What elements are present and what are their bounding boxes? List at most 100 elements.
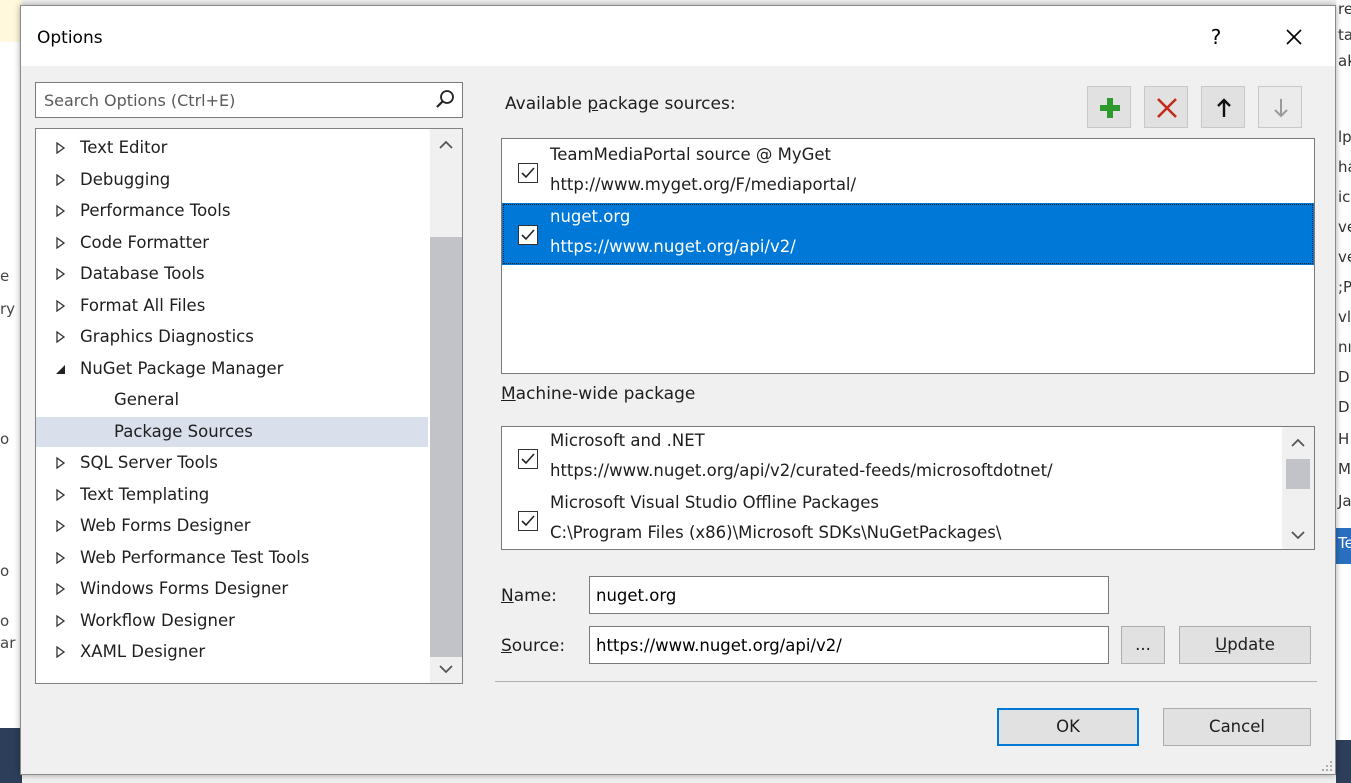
- options-tree[interactable]: Text Editor Debugging Performance Tools Cod…: [35, 128, 463, 684]
- move-down-button[interactable]: [1258, 86, 1302, 128]
- tree-item[interactable]: Performance Tools: [36, 196, 428, 226]
- tree-item-label: NuGet Package Manager: [80, 358, 284, 378]
- remove-icon: [1157, 98, 1177, 118]
- list-item-selected[interactable]: nuget.org https://www.nuget.org/api/v2/: [502, 203, 1314, 265]
- source-name: Microsoft Visual Studio Offline Packages: [550, 493, 880, 512]
- add-source-button[interactable]: [1087, 86, 1131, 128]
- bg-text-fragment: ic: [1338, 188, 1351, 206]
- tree-item-label: Text Editor: [80, 138, 168, 157]
- caret-right-icon[interactable]: [54, 511, 68, 541]
- bg-text-fragment: lp: [1338, 128, 1351, 146]
- label-text: pdate: [1227, 635, 1275, 654]
- search-box[interactable]: [35, 82, 463, 118]
- scroll-down-button[interactable]: [430, 657, 462, 681]
- resize-grip-icon[interactable]: [1319, 758, 1333, 772]
- bg-text-fragment: D: [1338, 368, 1350, 386]
- background-app-taskbar: [0, 728, 22, 783]
- tree-item-label: Format All Files: [80, 295, 206, 315]
- name-input[interactable]: [590, 577, 1108, 613]
- ok-button[interactable]: OK: [997, 708, 1139, 746]
- tree-scrollbar-thumb[interactable]: [430, 237, 462, 657]
- bg-text-fragment: nı: [1338, 338, 1351, 356]
- scroll-down-button[interactable]: [1282, 523, 1314, 547]
- source-name: Microsoft and .NET: [550, 431, 705, 450]
- package-sources-list[interactable]: TeamMediaPortal source @ MyGet http://ww…: [501, 138, 1315, 374]
- tree-item-label: Web Performance Test Tools: [80, 547, 310, 567]
- label-accesskey: S: [501, 636, 512, 656]
- source-checkbox[interactable]: [518, 449, 538, 469]
- background-app-left: e ry o o o ar: [0, 42, 22, 783]
- title-bar[interactable]: Options ?: [21, 6, 1335, 66]
- arrow-up-icon: [1217, 98, 1231, 117]
- close-button[interactable]: [1277, 20, 1311, 54]
- scroll-up-button[interactable]: [1282, 431, 1314, 455]
- bg-text-fragment: H: [1338, 430, 1350, 448]
- tree-item[interactable]: Debugging: [36, 165, 428, 195]
- source-checkbox[interactable]: [518, 511, 538, 531]
- caret-right-icon[interactable]: [54, 291, 68, 321]
- list-item[interactable]: Microsoft and .NET https://www.nuget.org…: [502, 427, 1282, 489]
- remove-source-button[interactable]: [1144, 86, 1188, 128]
- update-button[interactable]: Update: [1179, 626, 1311, 664]
- caret-right-icon[interactable]: [54, 322, 68, 352]
- caret-right-icon[interactable]: [54, 196, 68, 226]
- chevron-down-icon: [439, 665, 453, 674]
- caret-right-icon[interactable]: [54, 165, 68, 195]
- bg-text-fragment: ve: [1338, 218, 1351, 236]
- tree-item[interactable]: NuGet Package Manager: [36, 354, 428, 384]
- bg-text-fragment: e: [0, 267, 10, 285]
- source-checkbox[interactable]: [518, 225, 538, 245]
- tree-item[interactable]: Format All Files: [36, 291, 428, 321]
- tree-item[interactable]: Database Tools: [36, 259, 428, 289]
- source-input[interactable]: [590, 627, 1108, 663]
- caret-expanded-icon[interactable]: [54, 354, 68, 384]
- help-button[interactable]: ?: [1201, 20, 1231, 54]
- tree-item-label: Text Templating: [80, 484, 210, 504]
- machine-wide-scrollbar[interactable]: [1282, 427, 1314, 549]
- tree-item[interactable]: SQL Server Tools: [36, 448, 428, 478]
- list-item[interactable]: TeamMediaPortal source @ MyGet http://ww…: [502, 141, 1314, 203]
- tree-item-label: Package Sources: [114, 421, 253, 441]
- machine-wide-sources-list[interactable]: Microsoft and .NET https://www.nuget.org…: [501, 426, 1315, 550]
- caret-right-icon[interactable]: [54, 574, 68, 604]
- tree-item[interactable]: Text Editor: [36, 133, 428, 163]
- tree-item[interactable]: Text Templating: [36, 480, 428, 510]
- cancel-button[interactable]: Cancel: [1163, 708, 1311, 746]
- browse-button[interactable]: ...: [1121, 626, 1165, 664]
- tree-item[interactable]: Web Performance Test Tools: [36, 543, 428, 573]
- search-icon[interactable]: [434, 89, 456, 111]
- caret-right-icon[interactable]: [54, 228, 68, 258]
- source-checkbox[interactable]: [518, 163, 538, 183]
- machine-wide-scrollbar-thumb[interactable]: [1286, 459, 1310, 489]
- tree-child-item[interactable]: General: [36, 385, 428, 415]
- tree-child-item[interactable]: Package Sources: [36, 416, 428, 447]
- search-input[interactable]: [36, 83, 426, 117]
- caret-right-icon[interactable]: [54, 133, 68, 163]
- tree-item[interactable]: Workflow Designer: [36, 606, 428, 636]
- caret-right-icon[interactable]: [54, 637, 68, 667]
- move-up-button[interactable]: [1201, 86, 1245, 128]
- tree-item-label: Graphics Diagnostics: [80, 327, 254, 346]
- source-field[interactable]: [589, 626, 1109, 664]
- tree-item[interactable]: XAML Designer: [36, 637, 428, 667]
- source-label: Source:: [501, 636, 565, 656]
- list-item[interactable]: Microsoft Visual Studio Offline Packages…: [502, 489, 1282, 549]
- bg-text-fragment: re: [1338, 0, 1351, 18]
- label-accesskey: N: [501, 586, 514, 606]
- caret-right-icon[interactable]: [54, 259, 68, 289]
- label-text: ame:: [513, 586, 557, 606]
- name-field[interactable]: [589, 576, 1109, 614]
- tree-item[interactable]: Web Forms Designer: [36, 511, 428, 541]
- tree-item-label: Debugging: [80, 169, 171, 189]
- caret-right-icon[interactable]: [54, 606, 68, 636]
- label-text: ackage sources:: [598, 94, 736, 114]
- caret-right-icon[interactable]: [54, 480, 68, 510]
- caret-right-icon[interactable]: [54, 543, 68, 573]
- tree-item[interactable]: Code Formatter: [36, 228, 428, 258]
- bg-text-fragment: ve: [1338, 248, 1351, 266]
- tree-scrollbar[interactable]: [430, 129, 462, 683]
- scroll-up-button[interactable]: [430, 133, 462, 157]
- tree-item[interactable]: Windows Forms Designer: [36, 574, 428, 604]
- tree-item[interactable]: Graphics Diagnostics: [36, 322, 428, 352]
- caret-right-icon[interactable]: [54, 448, 68, 478]
